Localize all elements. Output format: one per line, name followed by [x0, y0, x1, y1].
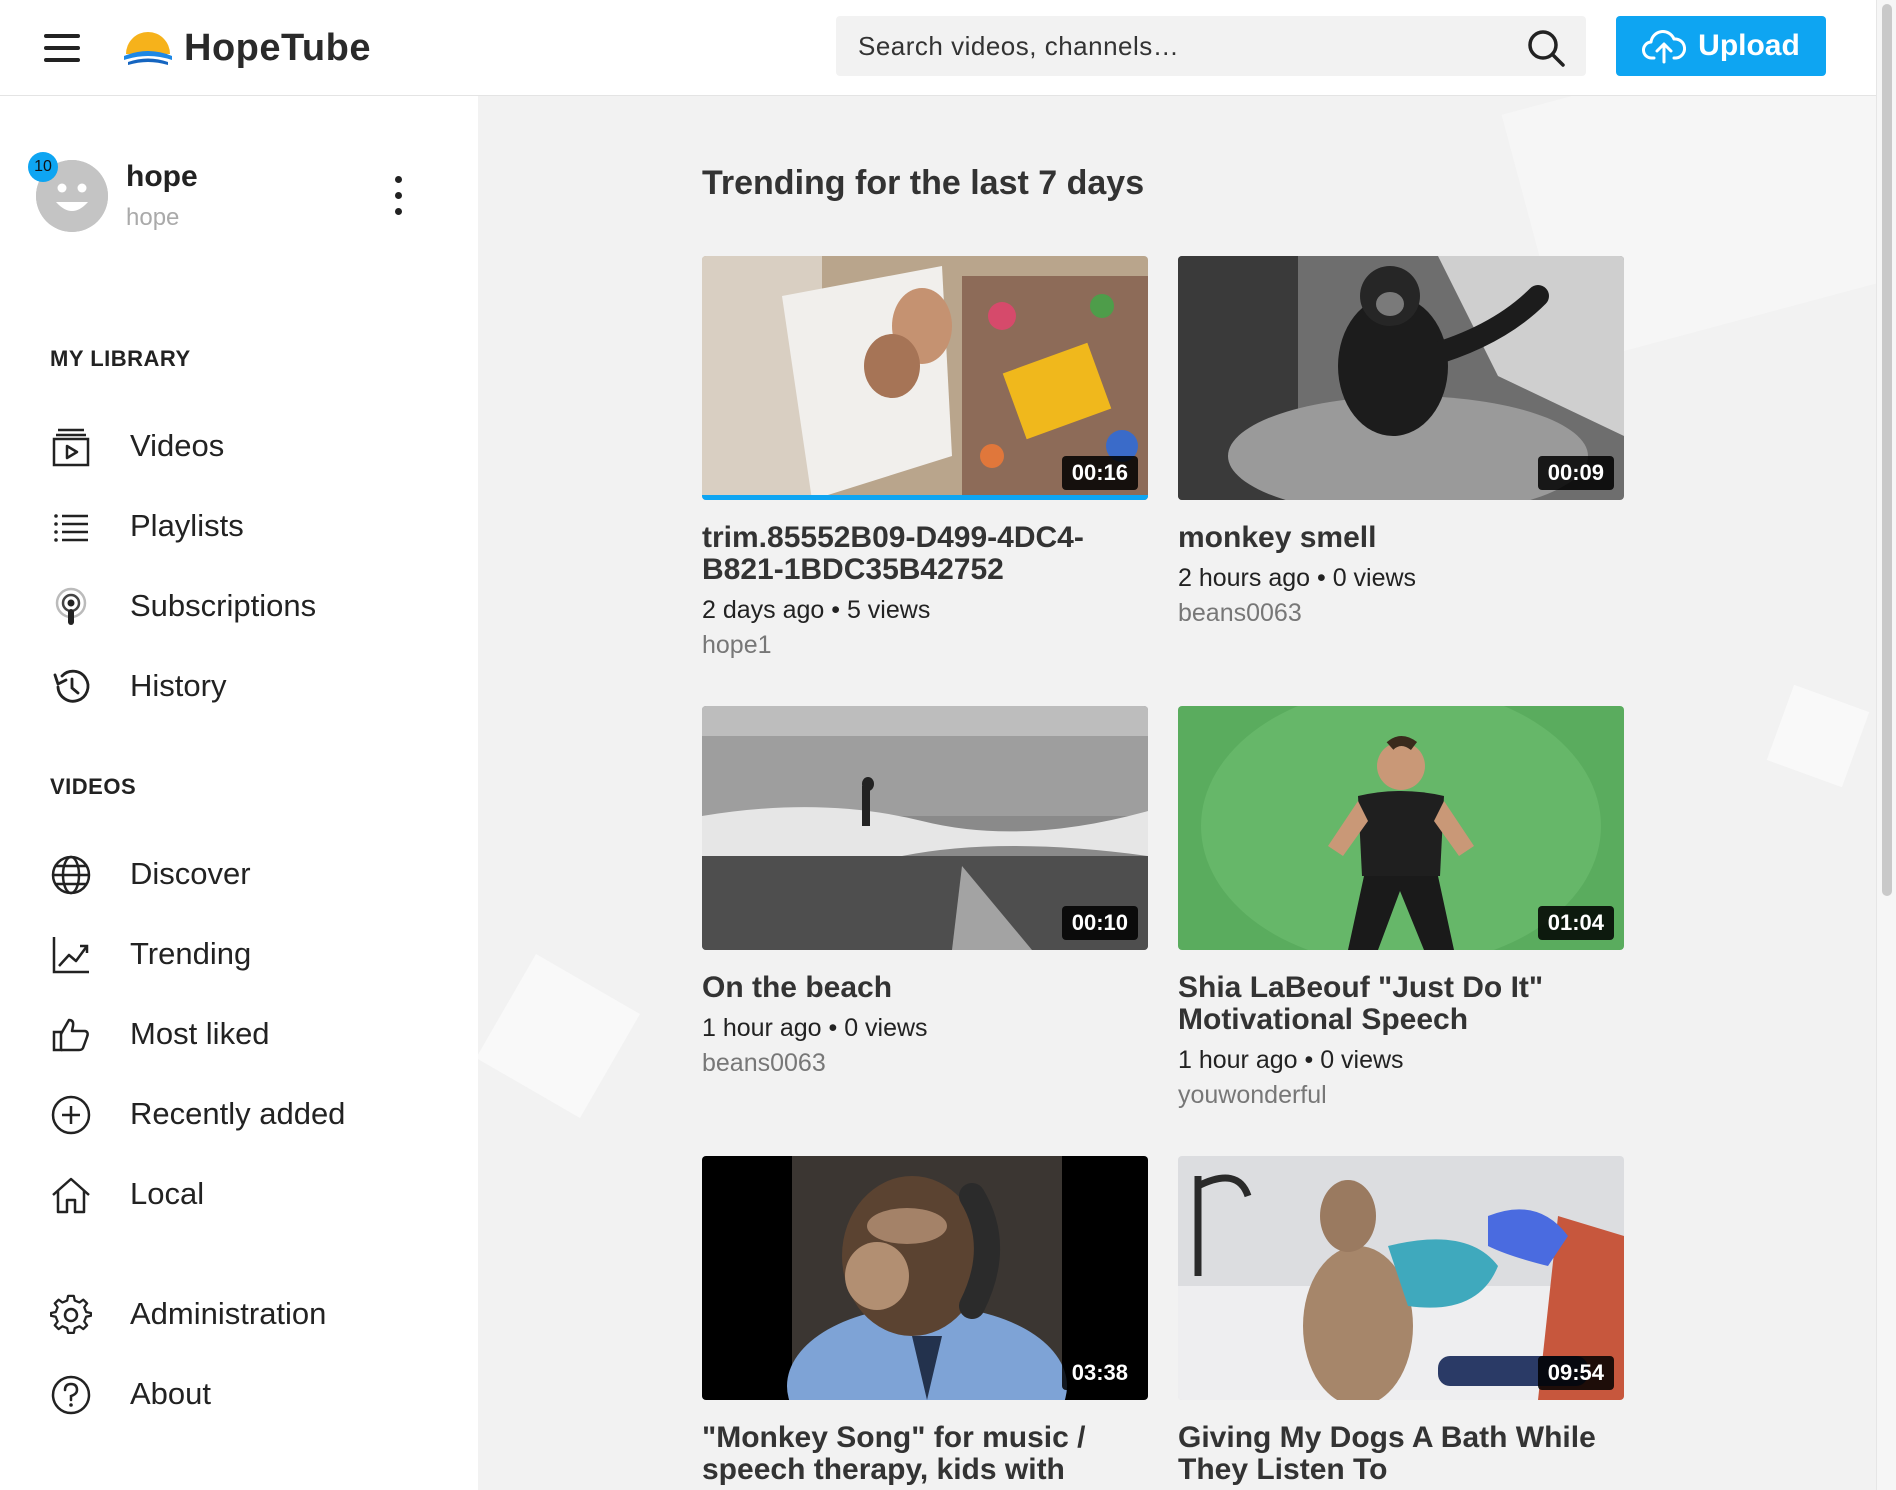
trending-chart-icon [52, 937, 89, 974]
more-vertical-icon[interactable] [388, 174, 408, 218]
video-duration: 00:10 [1061, 906, 1138, 940]
video-title[interactable]: On the beach [702, 972, 1148, 1004]
sidebar-item-discover[interactable]: Discover [0, 842, 478, 906]
search-box [836, 16, 1586, 76]
sidebar-item-about[interactable]: About [0, 1362, 478, 1426]
main-content: Trending for the last 7 days 00:16 trim.… [478, 96, 1876, 1490]
top-bar: HopeTube Upload [0, 0, 1876, 96]
video-meta: 1 hour ago • 0 views [1178, 1046, 1404, 1074]
video-card: 00:09 monkey smell 2 hours ago • 0 views… [1178, 256, 1624, 628]
video-thumbnail[interactable]: 09:54 [1178, 1156, 1624, 1400]
sidebar-item-label: Subscriptions [130, 588, 317, 623]
video-library-icon [52, 428, 90, 467]
video-title[interactable]: Giving My Dogs A Bath While They Listen … [1178, 1422, 1624, 1486]
sidebar-item-trending[interactable]: Trending [0, 922, 478, 986]
video-duration: 03:38 [1061, 1356, 1138, 1390]
podcast-icon [55, 587, 87, 625]
sidebar-item-label: Playlists [130, 508, 244, 543]
sidebar-item-subscriptions[interactable]: Subscriptions [0, 574, 478, 638]
video-thumbnail[interactable]: 01:04 [1178, 706, 1624, 950]
sidebar-item-label: About [130, 1376, 212, 1411]
help-circle-icon [51, 1375, 91, 1415]
gear-icon [50, 1294, 92, 1335]
sidebar-item-label: History [130, 668, 227, 703]
sidebar-item-label: Local [130, 1176, 205, 1211]
video-title[interactable]: monkey smell [1178, 522, 1624, 554]
logo[interactable]: HopeTube [122, 22, 371, 74]
cloud-upload-icon [1642, 30, 1687, 64]
menu-icon[interactable] [40, 30, 84, 66]
page-title: Trending for the last 7 days [702, 164, 1145, 202]
video-thumbnail[interactable]: 00:10 [702, 706, 1148, 950]
watch-progress-bar [702, 495, 1148, 500]
logo-text: HopeTube [184, 26, 371, 69]
sidebar-item-label: Videos [130, 428, 225, 463]
video-meta: 2 days ago • 5 views [702, 596, 931, 624]
sidebar-item-administration[interactable]: Administration [0, 1282, 478, 1346]
video-card: 00:16 trim.85552B09-D499-4DC4-B821-1BDC3… [702, 256, 1148, 660]
notification-badge[interactable]: 10 [28, 152, 58, 182]
search-icon[interactable] [1526, 28, 1566, 68]
video-duration: 09:54 [1537, 1356, 1614, 1390]
history-icon [53, 669, 90, 703]
list-icon [54, 514, 88, 542]
username[interactable]: hope [126, 160, 198, 194]
sidebar: 10 hope hope MY LIBRARY Videos Playlists… [0, 96, 478, 1490]
sidebar-item-label: Discover [130, 856, 251, 891]
sidebar-item-playlists[interactable]: Playlists [0, 494, 478, 558]
sidebar-item-recently-added[interactable]: Recently added [0, 1082, 478, 1146]
page-scrollbar[interactable] [1876, 0, 1896, 1490]
upload-button[interactable]: Upload [1616, 16, 1826, 76]
video-channel[interactable]: beans0063 [702, 1049, 1148, 1078]
video-card: 00:10 On the beach 1 hour ago • 0 views … [702, 706, 1148, 1078]
logo-icon [124, 32, 172, 65]
sidebar-item-label: Most liked [130, 1016, 270, 1051]
video-thumbnail[interactable]: 03:38 [702, 1156, 1148, 1400]
background-shape [1766, 684, 1870, 788]
my-library-heading: MY LIBRARY [50, 346, 191, 371]
search-input[interactable] [836, 16, 1516, 76]
sidebar-item-label: Administration [130, 1296, 327, 1331]
video-card: 01:04 Shia LaBeouf "Just Do It" Motivati… [1178, 706, 1624, 1110]
video-duration: 00:16 [1061, 456, 1138, 490]
video-channel[interactable]: youwonderful [1178, 1081, 1624, 1110]
video-channel[interactable]: hope1 [702, 631, 1148, 660]
background-shape [478, 954, 640, 1118]
user-handle: hope [126, 204, 180, 231]
video-duration: 00:09 [1537, 456, 1614, 490]
videos-heading: VIDEOS [50, 774, 137, 799]
video-meta: 1 hour ago • 0 views [702, 1014, 928, 1042]
video-card: 03:38 "Monkey Song" for music / speech t… [702, 1156, 1148, 1490]
sidebar-item-label: Recently added [130, 1096, 346, 1131]
globe-icon [51, 855, 91, 895]
video-thumbnail[interactable]: 00:09 [1178, 256, 1624, 500]
video-thumbnail[interactable]: 00:16 [702, 256, 1148, 500]
scrollbar-thumb[interactable] [1882, 4, 1892, 896]
video-meta: 2 hours ago • 0 views [1178, 564, 1417, 592]
sidebar-item-history[interactable]: History [0, 654, 478, 718]
video-duration: 01:04 [1537, 906, 1614, 940]
video-title[interactable]: Shia LaBeouf "Just Do It" Motivational S… [1178, 972, 1624, 1036]
sidebar-item-label: Trending [130, 936, 252, 971]
sidebar-item-local[interactable]: Local [0, 1162, 478, 1226]
user-panel: 10 hope hope [28, 152, 436, 258]
sidebar-item-videos[interactable]: Videos [0, 414, 478, 478]
home-icon [52, 1177, 90, 1214]
sidebar-item-most-liked[interactable]: Most liked [0, 1002, 478, 1066]
upload-label: Upload [1698, 29, 1800, 62]
plus-circle-icon [51, 1095, 91, 1135]
video-channel[interactable]: beans0063 [1178, 599, 1624, 628]
video-title[interactable]: trim.85552B09-D499-4DC4-B821-1BDC35B4275… [702, 522, 1148, 586]
video-title[interactable]: "Monkey Song" for music / speech therapy… [702, 1422, 1148, 1486]
video-card: 09:54 Giving My Dogs A Bath While They L… [1178, 1156, 1624, 1490]
thumbs-up-icon [52, 1018, 89, 1052]
